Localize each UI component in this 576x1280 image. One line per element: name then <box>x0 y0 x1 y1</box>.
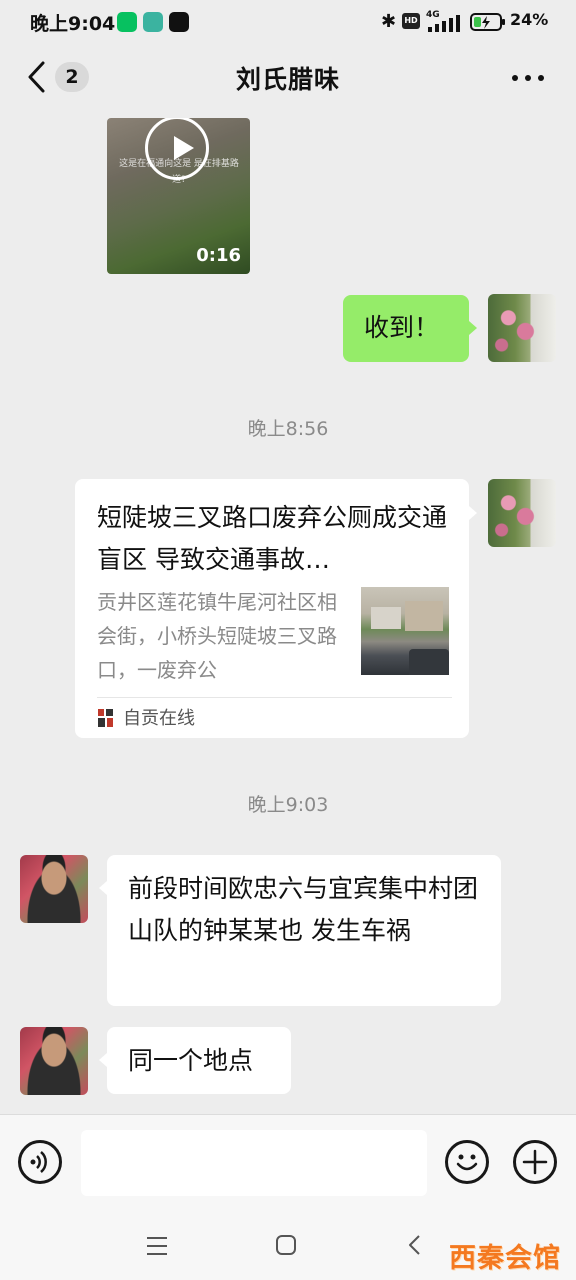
play-icon[interactable] <box>145 118 209 180</box>
video-message[interactable]: 这是在福通向这是 是在排基路道? 0:16 <box>107 118 250 274</box>
received-message-bubble[interactable]: 同一个地点 <box>107 1027 291 1094</box>
shield-app-icon <box>143 12 163 32</box>
more-button[interactable] <box>510 66 546 90</box>
voice-button[interactable] <box>18 1140 62 1184</box>
link-card-message[interactable]: 短陡坡三叉路口废弃公厕成交通盲区 导致交通事故… 贡井区莲花镇牛尾河社区相会街，… <box>75 479 469 738</box>
sent-message-bubble[interactable]: 收到！ <box>343 295 469 362</box>
back-nav-icon[interactable] <box>407 1234 423 1256</box>
watermark-logo: 西秦会馆 <box>449 1243 561 1274</box>
bluetooth-icon: ✱ <box>381 11 397 32</box>
emoji-button[interactable] <box>445 1140 489 1184</box>
status-time: 晚上9:04 <box>30 13 116 35</box>
menu-nav-icon[interactable] <box>146 1236 168 1256</box>
tiktok-icon <box>169 12 189 32</box>
bubble-tail <box>469 506 477 520</box>
battery-icon <box>470 13 505 31</box>
contact-avatar[interactable] <box>20 1027 88 1095</box>
timestamp: 晚上9:03 <box>247 794 329 816</box>
message-input[interactable] <box>81 1130 427 1196</box>
emoji-icon <box>456 1154 478 1171</box>
bubble-tail <box>99 1053 107 1067</box>
status-bar: 晚上9:04 ✱ HD 4G 24% <box>0 0 576 44</box>
link-card-source: 自贡在线 <box>123 708 195 729</box>
home-nav-icon[interactable] <box>275 1234 297 1256</box>
signal-icon <box>428 15 460 32</box>
received-message-bubble[interactable]: 前段时间欧忠六与宜宾集中村团山队的钟某某也 发生车祸 <box>107 855 501 1006</box>
bubble-tail <box>99 881 107 895</box>
more-dots-icon <box>512 75 544 81</box>
message-text: 前段时间欧忠六与宜宾集中村团山队的钟某某也 发生车祸 <box>128 874 479 945</box>
hd-badge: HD <box>402 13 420 29</box>
add-button[interactable] <box>513 1140 557 1184</box>
link-card-divider <box>97 697 452 698</box>
bubble-tail <box>469 321 477 335</box>
link-card-thumbnail <box>361 587 449 675</box>
message-text: 同一个地点 <box>128 1046 254 1075</box>
video-duration: 0:16 <box>196 245 241 266</box>
link-card-description: 贡井区莲花镇牛尾河社区相会街，小桥头短陡坡三叉路口，一废弃公 <box>97 590 337 682</box>
timestamp: 晚上8:56 <box>247 418 329 440</box>
wechat-icon <box>117 12 137 32</box>
contact-avatar[interactable] <box>20 855 88 923</box>
plus-icon <box>522 1149 548 1175</box>
battery-percent: 24% <box>510 10 549 29</box>
link-card-title: 短陡坡三叉路口废弃公厕成交通盲区 导致交通事故… <box>97 503 448 574</box>
my-avatar[interactable] <box>488 479 556 547</box>
source-logo-icon <box>98 709 113 727</box>
voice-icon <box>30 1151 47 1173</box>
my-avatar[interactable] <box>488 294 556 362</box>
message-text: 收到！ <box>364 313 440 342</box>
chat-title: 刘氏腊味 <box>235 65 340 94</box>
